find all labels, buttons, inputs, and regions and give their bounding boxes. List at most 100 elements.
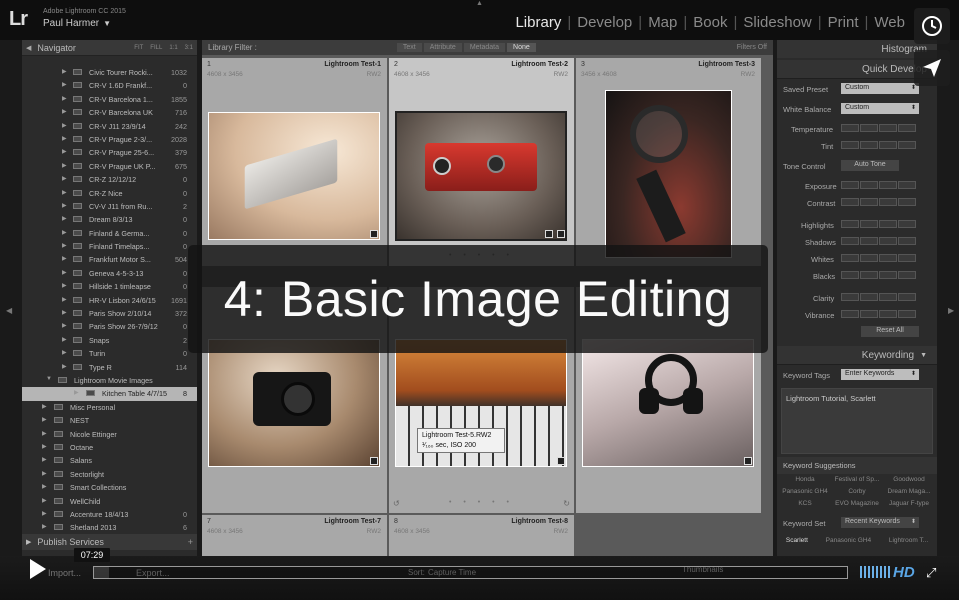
- keyword-suggestion[interactable]: Honda: [779, 476, 831, 483]
- folder-item[interactable]: ▶ CR-V J11 23/9/14 242: [22, 120, 197, 133]
- grid-cell[interactable]: 7 Lightroom Test-7 4608 x 3456 RW2: [202, 515, 387, 556]
- folder-item[interactable]: ▶ Civic Tourer Rocki... 1032: [22, 66, 197, 79]
- expand-triangle-icon[interactable]: ▶: [62, 336, 67, 343]
- folder-item[interactable]: ▶ Frankfurt Motor S... 504: [22, 253, 197, 266]
- zoom-1-1[interactable]: 1:1: [169, 45, 177, 51]
- keyword-suggestion[interactable]: KCS: [779, 500, 831, 507]
- grid-cell[interactable]: 1 Lightroom Test-1 4608 x 3456 RW2: [202, 58, 387, 266]
- keyword-suggestion[interactable]: EVO Magazine: [831, 500, 883, 507]
- filter-tab-attribute[interactable]: Attribute: [423, 43, 462, 52]
- play-icon[interactable]: [30, 559, 46, 579]
- share-button[interactable]: [914, 50, 950, 86]
- folder-item[interactable]: ▶ Geneva 4-5-3-13 0: [22, 267, 197, 280]
- collection-item[interactable]: ▶ NEST: [22, 414, 197, 427]
- expand-triangle-icon[interactable]: ▶: [42, 497, 47, 504]
- filter-tab-metadata[interactable]: Metadata: [463, 43, 506, 52]
- zoom-3-1[interactable]: 3:1: [185, 45, 193, 51]
- rating-dots[interactable]: • • • • •: [389, 499, 574, 506]
- keyword-suggestion[interactable]: Festival of Sp...: [831, 476, 883, 483]
- folder-item[interactable]: ▶ CR-V Barcelona UK 716: [22, 106, 197, 119]
- keyword-suggestion[interactable]: Jaguar F-type: [883, 500, 935, 507]
- expand-triangle-icon[interactable]: ▶: [62, 189, 67, 196]
- vibrance-buttons[interactable]: [841, 310, 916, 318]
- folder-item[interactable]: ▶ CR-V Prague 2-3/... 2028: [22, 133, 197, 146]
- folder-item[interactable]: ▶ Finland Timelaps... 0: [22, 240, 197, 253]
- expand-triangle-icon[interactable]: ▶: [62, 229, 67, 236]
- expand-triangle-icon[interactable]: ▶: [42, 523, 47, 530]
- expand-triangle-icon[interactable]: ▶: [42, 416, 47, 423]
- tint-buttons[interactable]: [841, 141, 916, 149]
- white-balance-select[interactable]: Custom ⬍: [841, 103, 919, 114]
- folder-item[interactable]: ▶ CR-V Prague 25-6... 379: [22, 146, 197, 159]
- expand-triangle-icon[interactable]: ▶: [62, 296, 67, 303]
- collection-item[interactable]: ▶ Smart Collections: [22, 481, 197, 494]
- import-button[interactable]: Import...: [48, 568, 81, 578]
- expand-triangle-icon[interactable]: ▶: [62, 148, 67, 155]
- folder-item[interactable]: ▶ Turin 0: [22, 347, 197, 360]
- photo-thumbnail[interactable]: [395, 111, 567, 241]
- module-book[interactable]: Book: [687, 14, 733, 31]
- expand-triangle-icon[interactable]: ▶: [62, 175, 67, 182]
- module-map[interactable]: Map: [642, 14, 683, 31]
- expand-triangle-icon[interactable]: ▶: [62, 81, 67, 88]
- collection-item[interactable]: ▶ Nicole Ettinger: [22, 428, 197, 441]
- collection-item[interactable]: ▼ Lightroom Movie Images: [22, 374, 197, 387]
- zoom-fill[interactable]: FILL: [150, 45, 162, 51]
- folder-item[interactable]: ▶ Hillside 1 timleapse 0: [22, 280, 197, 293]
- edit-badge-icon[interactable]: [545, 230, 553, 238]
- whites-buttons[interactable]: [841, 254, 916, 262]
- keywords-textarea[interactable]: Lightroom Tutorial, Scarlett: [781, 388, 933, 454]
- left-panel-toggle-icon[interactable]: ◀: [6, 306, 12, 315]
- edit-badge-icon[interactable]: [370, 230, 378, 238]
- expand-triangle-icon[interactable]: ▶: [62, 95, 67, 102]
- add-icon[interactable]: +: [188, 537, 193, 547]
- keyword-suggestion[interactable]: Corby: [831, 488, 883, 495]
- collection-item[interactable]: ▶ Octane: [22, 441, 197, 454]
- expand-triangle-icon[interactable]: ▶: [62, 309, 67, 316]
- identity-plate[interactable]: Paul Harmer ▼: [43, 18, 111, 29]
- volume-icon[interactable]: [860, 566, 890, 578]
- crop-badge-icon[interactable]: [557, 230, 565, 238]
- keywording-header[interactable]: Keywording ▼: [777, 346, 937, 364]
- collection-item[interactable]: ▶ Kitchen Table 4/7/15 8: [22, 387, 197, 401]
- photo-thumbnail[interactable]: [208, 112, 380, 240]
- clarity-buttons[interactable]: [841, 293, 916, 301]
- collection-item[interactable]: ▶ Misc Personal: [22, 401, 197, 414]
- edit-badge-icon[interactable]: [370, 457, 378, 465]
- hd-toggle-button[interactable]: HD: [893, 564, 915, 581]
- folder-item[interactable]: ▶ CR-Z Nice 0: [22, 187, 197, 200]
- grid-cell[interactable]: 3 Lightroom Test-3 3456 x 4608 RW2: [576, 58, 761, 266]
- collection-item[interactable]: ▶ Shetland 2013 6: [22, 521, 197, 534]
- expand-triangle-icon[interactable]: ▶: [42, 443, 47, 450]
- keyword-set-item[interactable]: Scarlett: [786, 537, 808, 544]
- filters-off-select[interactable]: Filters Off: [737, 44, 767, 51]
- keyword-set-select[interactable]: Recent Keywords ⬍: [841, 517, 919, 528]
- folder-item[interactable]: ▶ Paris Show 2/10/14 372: [22, 307, 197, 320]
- keyword-suggestion[interactable]: Panasonic GH4: [779, 488, 831, 495]
- expand-triangle-icon[interactable]: ▶: [62, 282, 67, 289]
- histogram-header[interactable]: Histogram: [777, 40, 937, 58]
- filter-tab-none[interactable]: None: [507, 43, 536, 52]
- blacks-buttons[interactable]: [841, 271, 916, 279]
- photo-thumbnail[interactable]: [208, 339, 380, 467]
- expand-triangle-icon[interactable]: ▶: [62, 349, 67, 356]
- keyword-suggestions-header[interactable]: Keyword Suggestions: [777, 457, 937, 474]
- folder-item[interactable]: ▶ Dream 8/3/13 0: [22, 213, 197, 226]
- expand-triangle-icon[interactable]: ▶: [42, 403, 47, 410]
- reset-all-button[interactable]: Reset All: [861, 326, 919, 337]
- module-print[interactable]: Print: [822, 14, 865, 31]
- keyword-suggestion[interactable]: Dream Maga...: [883, 488, 935, 495]
- collection-item[interactable]: ▶ Sectorlight: [22, 468, 197, 481]
- folder-item[interactable]: ▶ Paris Show 26-7/9/12 0: [22, 320, 197, 333]
- navigator-header[interactable]: ◀ Navigator FIT FILL 1:1 3:1: [22, 40, 197, 56]
- photo-thumbnail[interactable]: [582, 339, 754, 467]
- folder-item[interactable]: ▶ HR-V Lisbon 24/6/15 1691: [22, 294, 197, 307]
- filter-tab-text[interactable]: Text: [396, 43, 422, 52]
- folder-item[interactable]: ▶ Finland & Germa... 0: [22, 227, 197, 240]
- quick-develop-header[interactable]: Quick Develop: [777, 60, 937, 78]
- auto-tone-button[interactable]: Auto Tone: [841, 160, 899, 171]
- module-develop[interactable]: Develop: [571, 14, 638, 31]
- collection-item[interactable]: ▶ Salans: [22, 454, 197, 467]
- expand-triangle-icon[interactable]: ▶: [62, 322, 67, 329]
- expand-triangle-icon[interactable]: ▶: [62, 68, 67, 75]
